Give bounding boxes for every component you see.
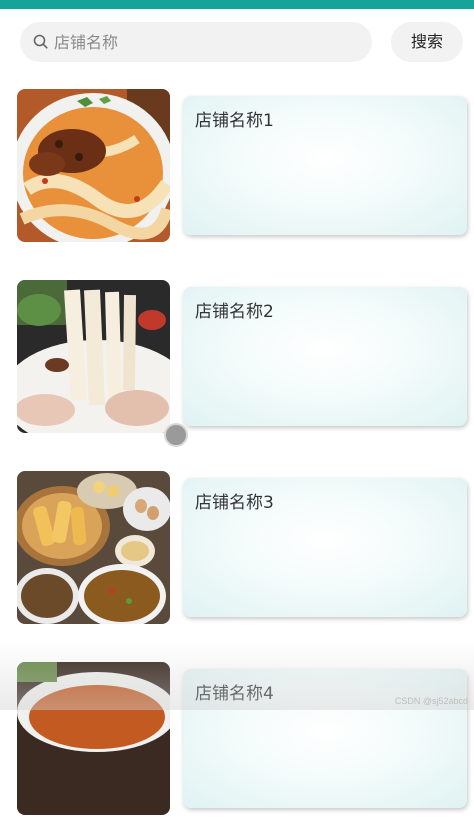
shop-card[interactable]: 店铺名称3: [183, 478, 467, 617]
shop-image[interactable]: [17, 280, 170, 433]
watermark: CSDN @sj52abcd: [394, 696, 468, 706]
shop-item[interactable]: 店铺名称1: [0, 89, 474, 249]
shop-image[interactable]: [17, 662, 170, 815]
shop-card[interactable]: 店铺名称2: [183, 287, 467, 426]
shop-item[interactable]: 店铺名称4: [0, 662, 474, 822]
shop-name: 店铺名称3: [195, 493, 274, 513]
shop-name: 店铺名称1: [195, 111, 274, 131]
shop-image[interactable]: [17, 471, 170, 624]
shop-card[interactable]: 店铺名称4: [183, 669, 467, 808]
scroll-indicator[interactable]: [164, 423, 188, 447]
shop-item[interactable]: 店铺名称3: [0, 471, 474, 631]
shop-name: 店铺名称4: [195, 684, 274, 704]
shop-list: 店铺名称1 店铺名称2 店铺名称3 店铺名称4: [0, 0, 474, 815]
shop-image[interactable]: [17, 89, 170, 242]
shop-card[interactable]: 店铺名称1: [183, 96, 467, 235]
shop-item[interactable]: 店铺名称2: [0, 280, 474, 440]
shop-name: 店铺名称2: [195, 302, 274, 322]
